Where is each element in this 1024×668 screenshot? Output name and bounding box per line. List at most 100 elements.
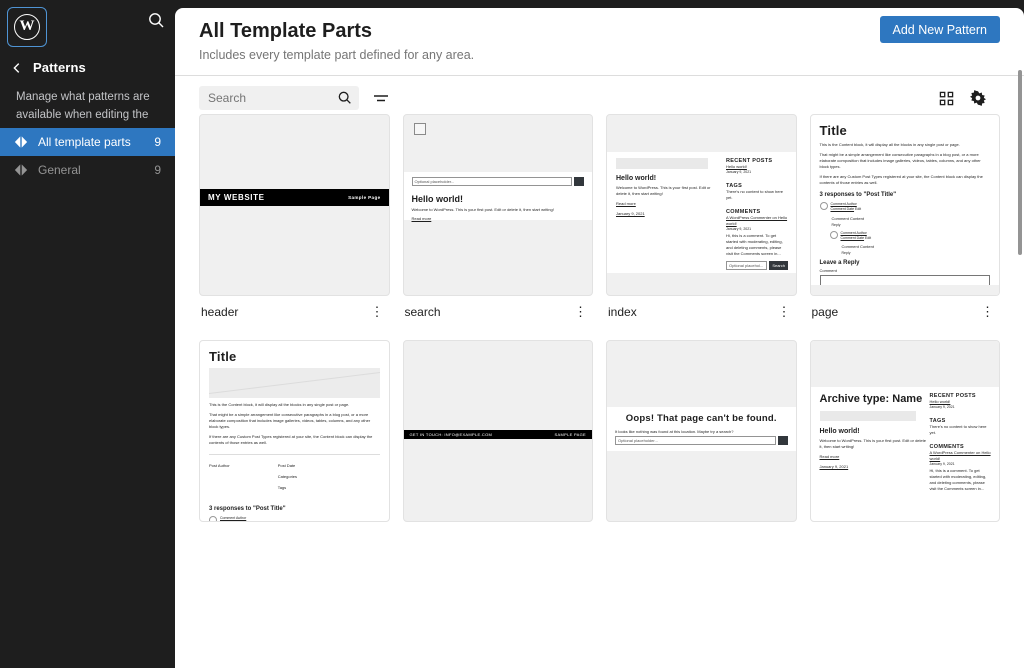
sidebar-search-button[interactable] (147, 11, 165, 32)
search-field-placeholder: Optional placeholder... (412, 177, 573, 186)
title-placeholder (616, 158, 708, 169)
comment-content: Comment Content (842, 244, 991, 249)
comment-link: A WordPress Commenter on Hello world! (726, 215, 788, 227)
search-field-placeholder: Optional placeholder... (615, 436, 776, 445)
site-title: MY WEBSITE (208, 193, 265, 202)
pattern-card-header: MY WEBSITE Sample Page header ⋮ (199, 114, 390, 320)
tags: Tags (278, 485, 297, 491)
patterns-toolbar (175, 76, 1024, 114)
pattern-preview-index[interactable]: Hello world! Welcome to WordPress. This … (606, 114, 797, 296)
pattern-card-search: Optional placeholder... Hello world! Wel… (403, 114, 594, 320)
footer-right-text: SAMPLE PAGE (555, 432, 586, 437)
search-icon (337, 90, 352, 110)
wordpress-logo-button[interactable]: W (7, 7, 47, 47)
paragraph: If there are any Custom Post Types regis… (820, 174, 991, 186)
header-placeholder (811, 341, 1000, 387)
sidebar-item-count: 9 (154, 135, 161, 149)
edit-link: Edit (245, 521, 251, 522)
comment-date: Comment Date (841, 236, 865, 240)
more-actions-button[interactable]: ⋮ (977, 305, 998, 318)
comment-field-label: Comment (820, 268, 991, 273)
more-actions-button[interactable]: ⋮ (570, 305, 591, 318)
pattern-name[interactable]: page (812, 305, 839, 319)
site-header-bar: MY WEBSITE Sample Page (200, 189, 389, 206)
search-submit-button: Search (769, 261, 788, 270)
comment-content: Comment Content (832, 216, 991, 221)
sidebar-column: RECENT POSTS Hello world! January 9, 202… (726, 158, 788, 270)
recent-post-date: January 9, 2021 (930, 405, 992, 410)
gear-icon (970, 90, 986, 106)
archive-title: Archive type: Name (820, 393, 928, 405)
not-found-title: Oops! That page can't be found. (615, 413, 788, 424)
post-column: Archive type: Name Hello world! Welcome … (820, 393, 928, 470)
back-button[interactable] (10, 61, 24, 75)
title-placeholder (820, 411, 916, 421)
comment-author: Comment Author (220, 516, 246, 520)
pattern-preview-search[interactable]: Optional placeholder... Hello world! Wel… (403, 114, 594, 296)
pattern-name[interactable]: index (608, 305, 637, 319)
post-title: Hello world! (820, 428, 928, 435)
site-footer-bar: GET IN TOUCH: INFO@EXAMPLE.COM SAMPLE PA… (404, 430, 593, 439)
post-excerpt: Welcome to WordPress. This is your first… (820, 438, 928, 450)
pattern-name[interactable]: header (201, 305, 238, 319)
pattern-preview-archive[interactable]: Archive type: Name Hello world! Welcome … (810, 340, 1001, 522)
sidebar-item-all-template-parts[interactable]: All template parts 9 (0, 128, 175, 156)
featured-image-placeholder (209, 368, 380, 398)
pattern-preview-footer[interactable]: GET IN TOUCH: INFO@EXAMPLE.COM SAMPLE PA… (403, 340, 594, 522)
comment-item: Comment Author Comment Date Edit (830, 231, 991, 242)
paragraph: That might be a simple arrangement like … (209, 412, 380, 430)
sidebar-column: RECENT POSTS Hello world! January 9, 202… (930, 393, 992, 492)
post-title: Hello world! (412, 194, 585, 204)
paragraph: This is the Content block, it will displ… (820, 142, 991, 148)
leave-reply-heading: Leave a Reply (820, 260, 991, 266)
content-band: Oops! That page can't be found. It looks… (607, 407, 796, 451)
read-more-link: Read more (820, 454, 928, 460)
vertical-scrollbar-thumb[interactable] (1018, 70, 1022, 255)
reply-link: Reply (832, 223, 991, 227)
filter-icon (373, 91, 389, 105)
comment-date: Comment Date (831, 207, 855, 211)
filter-button[interactable] (373, 91, 389, 105)
view-options-button[interactable] (970, 90, 986, 106)
reply-link: Reply (842, 251, 991, 255)
sidebar-item-general[interactable]: General 9 (0, 156, 175, 184)
add-new-pattern-button[interactable]: Add New Pattern (880, 16, 1001, 43)
comment-author: Comment Author (841, 231, 867, 235)
pattern-name[interactable]: search (405, 305, 441, 319)
pattern-preview-single[interactable]: Title This is the Content block, it will… (199, 340, 390, 522)
post-excerpt: Welcome to WordPress. This is your first… (412, 207, 585, 213)
comment-author: Comment Author (831, 202, 857, 206)
panel-header: All Template Parts Includes every templa… (175, 8, 1024, 76)
avatar (209, 516, 217, 522)
edit-link: Edit (855, 207, 861, 211)
pattern-preview-header[interactable]: MY WEBSITE Sample Page (199, 114, 390, 296)
paragraph: This is the Content block, it will displ… (209, 402, 380, 408)
pattern-preview-404[interactable]: Oops! That page can't be found. It looks… (606, 340, 797, 522)
post-date: Post Date (278, 463, 297, 469)
more-actions-button[interactable]: ⋮ (367, 305, 388, 318)
wordpress-logo-icon: W (14, 14, 40, 40)
search-submit-button (574, 177, 584, 186)
post-date: January 9, 2021 (820, 464, 928, 470)
grid-view-button[interactable] (939, 91, 954, 106)
more-actions-button[interactable]: ⋮ (774, 305, 795, 318)
post-excerpt: Welcome to WordPress. This is your first… (616, 185, 716, 197)
post-title: Hello world! (616, 175, 716, 182)
pattern-preview-page[interactable]: Title This is the Content block, it will… (810, 114, 1001, 296)
pattern-card-404: Oops! That page can't be found. It looks… (606, 340, 797, 522)
divider (209, 454, 380, 455)
sidebar-item-label: General (38, 163, 81, 177)
read-more-link: Read more (412, 216, 585, 222)
post-title-text: Title (209, 349, 380, 364)
paragraph: That might be a simple arrangement like … (820, 152, 991, 170)
search-icon (147, 11, 165, 29)
post-date: January 9, 2021 (616, 211, 716, 217)
template-part-icon (14, 135, 28, 149)
patterns-search-input[interactable] (199, 86, 359, 110)
page-title-text: Title (820, 123, 991, 138)
patterns-panel: All Template Parts Includes every templa… (175, 8, 1024, 668)
site-logo-placeholder (414, 123, 426, 135)
read-more-link: Read more (616, 201, 716, 207)
sidebar-item-label: All template parts (38, 135, 131, 149)
pattern-card-single: Title This is the Content block, it will… (199, 340, 390, 522)
